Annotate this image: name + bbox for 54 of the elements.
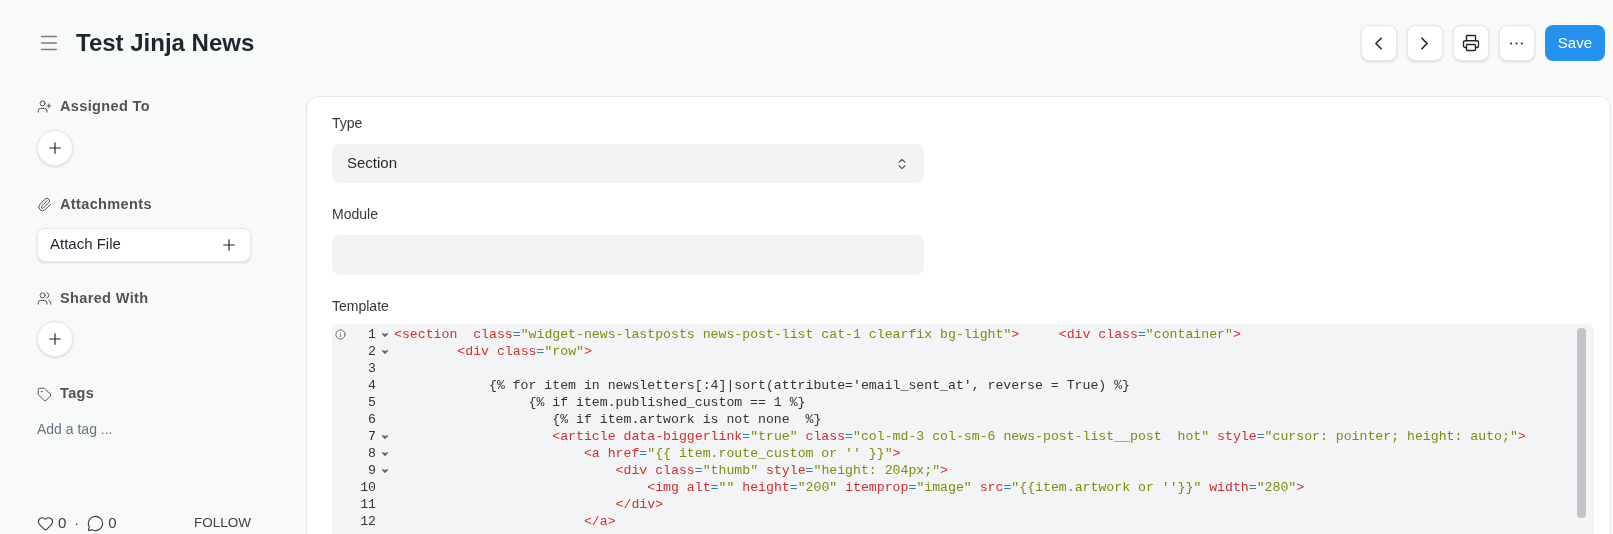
line-number: 2 <box>367 343 376 360</box>
line-number: 11 <box>359 496 376 513</box>
code-line: </a> <box>582 513 616 530</box>
more-icon <box>1510 41 1524 45</box>
add-tag-link[interactable]: Add a tag ... <box>37 419 113 440</box>
code-line: </div> <box>614 496 664 513</box>
code-line: {% if item.artwork is not none %} <box>551 411 822 428</box>
print-button[interactable] <box>1452 25 1489 61</box>
code-line: <article data-biggerlink="true" class="col-md-3 col-sm-6 news-post-list__post hot" style="cursor: pointer; height: auto;"> <box>551 428 1526 445</box>
code-line: <a href="{{ item.route_custom or '' }}"> <box>582 445 901 462</box>
code-line: {% for item in newsletters[:4]|sort(attribute='email_sent_at', reverse = True) %} <box>487 377 1130 394</box>
field-label: Template <box>332 297 390 316</box>
line-number: 3 <box>367 360 376 377</box>
code-line: {% if item.published_custom == 1 %} <box>527 394 806 411</box>
code-editor[interactable] <box>332 324 1594 534</box>
chevron-left-icon <box>1375 36 1383 50</box>
scrollbar[interactable] <box>1577 328 1586 518</box>
comment-count: 0 <box>108 513 117 533</box>
info-icon[interactable] <box>334 329 346 340</box>
code-line: <img alt="" height="200" itemprop="image" src="{{item.artwork or ''}}" width="280"> <box>646 479 1305 496</box>
user-plus-icon <box>37 99 52 115</box>
add-button[interactable] <box>37 129 73 166</box>
code-line: <section class="widget-news-lastposts news-post-list cat-1 clearfix bg-light"> <div class="container"> <box>394 326 1241 343</box>
attach-file-button[interactable]: Attach File <box>37 227 251 262</box>
add-button[interactable] <box>37 321 73 358</box>
line-number: 5 <box>367 394 376 411</box>
paperclip-icon <box>37 197 52 213</box>
code-line: <div class="thumb" style="height: 204px;"> <box>614 462 948 479</box>
section-heading: Shared With <box>60 288 149 308</box>
section-heading: Tags <box>60 384 95 404</box>
users-icon <box>37 290 52 306</box>
like-count: 0 <box>58 513 67 533</box>
line-number: 10 <box>359 479 376 496</box>
line-number: 7 <box>367 428 376 445</box>
chevron-right-icon <box>1421 36 1429 50</box>
line-number: 12 <box>359 513 376 530</box>
separator-dot: · <box>74 513 80 533</box>
printer-icon <box>1461 34 1480 52</box>
section-heading: Assigned To <box>60 97 150 116</box>
comment-icon[interactable] <box>87 514 105 532</box>
line-number: 1 <box>367 326 376 343</box>
line-number: 9 <box>367 462 376 479</box>
heart-icon[interactable] <box>37 514 54 532</box>
section-heading: Attachments <box>60 194 152 214</box>
line-number: 4 <box>367 377 376 394</box>
field-label: Type <box>332 114 364 133</box>
field-label: Module <box>332 205 379 224</box>
line-number: 8 <box>367 445 376 462</box>
type-select[interactable]: Section <box>332 144 924 183</box>
tag-icon <box>37 386 52 402</box>
code-line: <div class="row"> <box>456 343 592 360</box>
follow-button[interactable]: FOLLOW <box>194 513 251 534</box>
page-title: Test Jinja News <box>76 28 255 58</box>
line-number: 6 <box>367 411 376 428</box>
